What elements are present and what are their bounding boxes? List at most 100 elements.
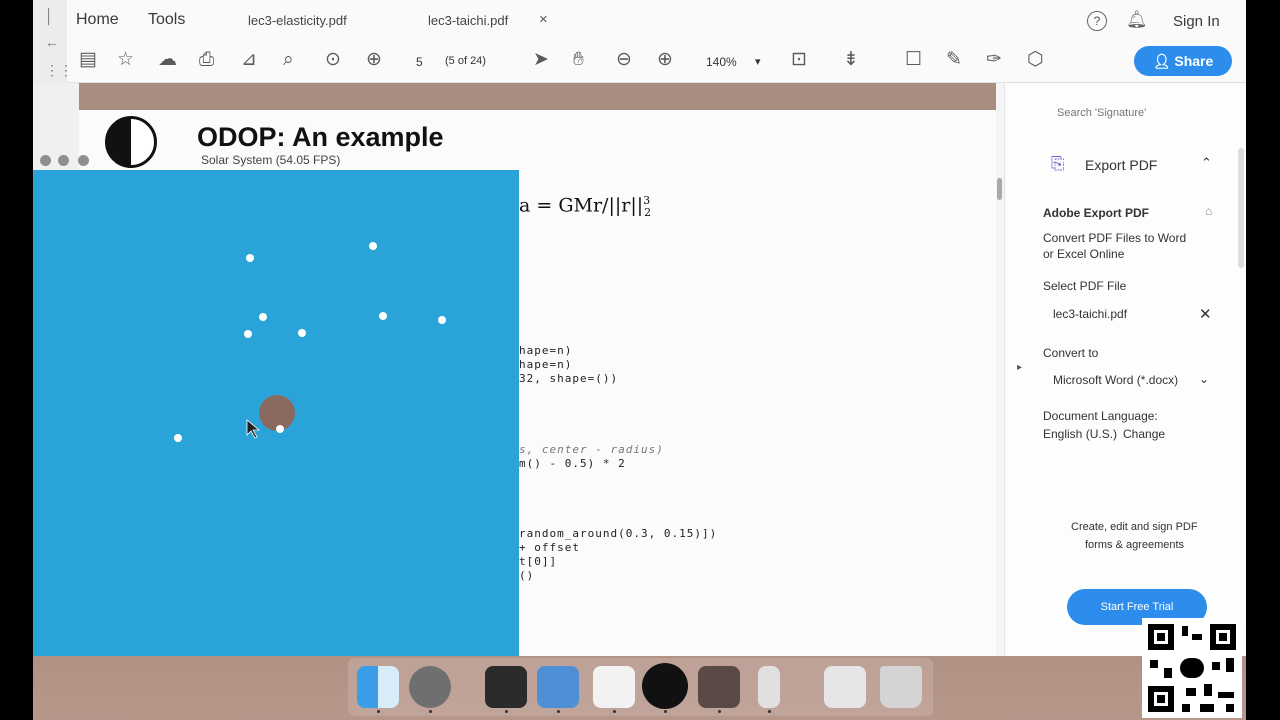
zoom-out-icon[interactable]: ⊖	[616, 49, 632, 71]
simulation-titlebar[interactable]: Solar System (54.05 FPS)	[33, 150, 519, 170]
add-user-icon: 👤︎	[1152, 53, 1171, 69]
notifications-bell-icon[interactable]: 🔔︎	[1126, 10, 1148, 30]
maximize-window-button[interactable]	[78, 155, 89, 166]
zoom-dropdown-icon[interactable]: ▾	[755, 55, 761, 68]
planet	[438, 316, 446, 324]
slide-title: ODOP: An example	[197, 122, 444, 152]
code-line: m() - 0.5) * 2	[519, 457, 626, 470]
back-arrow-icon[interactable]: ←	[45, 34, 59, 50]
search-zoom-icon[interactable]: ⌕	[283, 49, 294, 71]
obs-icon[interactable]	[642, 663, 688, 709]
promo-line-1: Create, edit and sign PDF	[1071, 521, 1198, 533]
dock	[348, 658, 933, 716]
acrobat-icon[interactable]	[698, 666, 740, 708]
draw-icon[interactable]: ✑	[986, 49, 1002, 71]
minimize-window-button[interactable]	[58, 155, 69, 166]
preview-icon[interactable]	[593, 666, 635, 708]
change-language-link[interactable]: Change	[1123, 427, 1165, 441]
share-button[interactable]: 👤︎ Share	[1134, 46, 1232, 76]
keynote-icon[interactable]	[537, 666, 579, 708]
scrollbar-thumb[interactable]	[997, 178, 1002, 200]
code-line: 32, shape=())	[519, 372, 619, 385]
close-window-button[interactable]	[40, 155, 51, 166]
code-line: s, center - radius)	[519, 443, 664, 456]
search-tools-input[interactable]: Search 'Signature'	[1057, 107, 1146, 119]
collapse-chevron-icon[interactable]: ⌃	[1201, 155, 1212, 171]
terminal-icon[interactable]	[485, 666, 527, 708]
document-scrollbar[interactable]	[996, 83, 1004, 656]
code-line: + offset	[519, 541, 580, 554]
scroll-mode-icon[interactable]: ⇟	[843, 49, 859, 71]
trash-icon[interactable]	[880, 666, 922, 708]
tools-menu[interactable]: Tools	[148, 11, 185, 29]
code-line: hape=n)	[519, 344, 573, 357]
expand-arrow-icon[interactable]: ▸	[1017, 362, 1022, 373]
finder-icon[interactable]	[357, 666, 399, 708]
dropper-icon[interactable]	[758, 666, 780, 708]
scanner-icon[interactable]	[824, 666, 866, 708]
pane-scrollbar[interactable]	[1238, 148, 1244, 268]
zoom-in-icon[interactable]: ⊕	[657, 49, 673, 71]
menu-bar: Home Tools lec3-elasticity.pdf lec3-taic…	[67, 0, 1246, 41]
export-pdf-title[interactable]: Export PDF	[1085, 157, 1157, 173]
browser-icon[interactable]	[409, 666, 451, 708]
collapse-icon[interactable]: │	[45, 8, 54, 24]
dropdown-chevron-icon[interactable]: ⌄	[1199, 372, 1209, 386]
convert-to-label: Convert to	[1043, 346, 1099, 360]
selected-file-name[interactable]: lec3-taichi.pdf	[1053, 307, 1127, 321]
simulation-canvas[interactable]	[33, 170, 519, 656]
planet	[259, 313, 267, 321]
tab-elasticity[interactable]: lec3-elasticity.pdf	[248, 13, 347, 28]
comment-icon[interactable]: ☐	[905, 49, 922, 71]
previous-page-icon[interactable]: ⊙	[325, 49, 341, 71]
desktop: │ ← ⋮⋮ Home Tools lec3-elasticity.pdf le…	[33, 0, 1246, 720]
page-number-field[interactable]: 5	[416, 55, 423, 69]
planet	[379, 312, 387, 320]
close-tab-icon[interactable]: ×	[539, 11, 548, 28]
right-tools-pane: Search 'Signature' ⎘ Export PDF ⌃ Adobe …	[1004, 83, 1246, 656]
document-language-value: English (U.S.)	[1043, 427, 1118, 441]
select-cursor-icon[interactable]: ➤	[533, 49, 549, 71]
qr-code	[1142, 618, 1242, 718]
bookmark-star-icon[interactable]: ☆	[117, 49, 134, 71]
document-language-label: Document Language:	[1043, 409, 1158, 423]
tab-taichi[interactable]: lec3-taichi.pdf	[428, 13, 508, 28]
stamp-icon[interactable]: ⬡	[1027, 49, 1044, 71]
edit-pdf-icon[interactable]: ⊿	[241, 49, 257, 71]
page-count: (5 of 24)	[445, 55, 486, 67]
share-label: Share	[1174, 53, 1214, 69]
export-pdf-icon: ⎘	[1051, 154, 1065, 173]
running-indicator	[768, 710, 771, 713]
print-icon[interactable]: ⎙	[199, 49, 214, 71]
upload-cloud-icon[interactable]: ☁	[158, 49, 177, 71]
gravity-formula: a = GMr/||r||32	[519, 194, 651, 219]
info-icon[interactable]: ⌂	[1205, 204, 1212, 218]
sign-in-link[interactable]: Sign In	[1173, 13, 1220, 30]
running-indicator	[718, 710, 721, 713]
running-indicator	[613, 710, 616, 713]
running-indicator	[505, 710, 508, 713]
promo-line-2: forms & agreements	[1085, 539, 1185, 551]
home-menu[interactable]: Home	[76, 11, 119, 29]
highlight-pen-icon[interactable]: ✎	[946, 49, 962, 71]
code-line: random_around(0.3, 0.15)])	[519, 527, 718, 540]
formula-subscript: 2	[644, 206, 652, 220]
save-icon[interactable]: ▤	[79, 49, 97, 71]
running-indicator	[557, 710, 560, 713]
zoom-level[interactable]: 140%	[706, 55, 737, 69]
running-indicator	[664, 710, 667, 713]
format-dropdown[interactable]: Microsoft Word (*.docx)	[1053, 373, 1178, 387]
fit-page-icon[interactable]: ⊡	[791, 49, 807, 71]
remove-file-icon[interactable]: ✕	[1199, 305, 1212, 323]
next-page-icon[interactable]: ⊕	[366, 49, 382, 71]
hand-tool-icon[interactable]: ✋︎	[573, 49, 584, 71]
help-icon[interactable]: ?	[1087, 11, 1107, 31]
planet	[276, 425, 284, 433]
select-file-label: Select PDF File	[1043, 279, 1127, 293]
solar-system-svg	[174, 242, 446, 442]
toolbar: ▤ ☆ ☁ ⎙ ⊿ ⌕ ⊙ ⊕ 5 (5 of 24) ➤ ✋︎ ⊖ ⊕ 140…	[67, 40, 1246, 83]
planet	[174, 434, 182, 442]
export-description-2: or Excel Online	[1043, 247, 1125, 261]
planet	[244, 330, 252, 338]
code-line: t[0]]	[519, 555, 558, 568]
